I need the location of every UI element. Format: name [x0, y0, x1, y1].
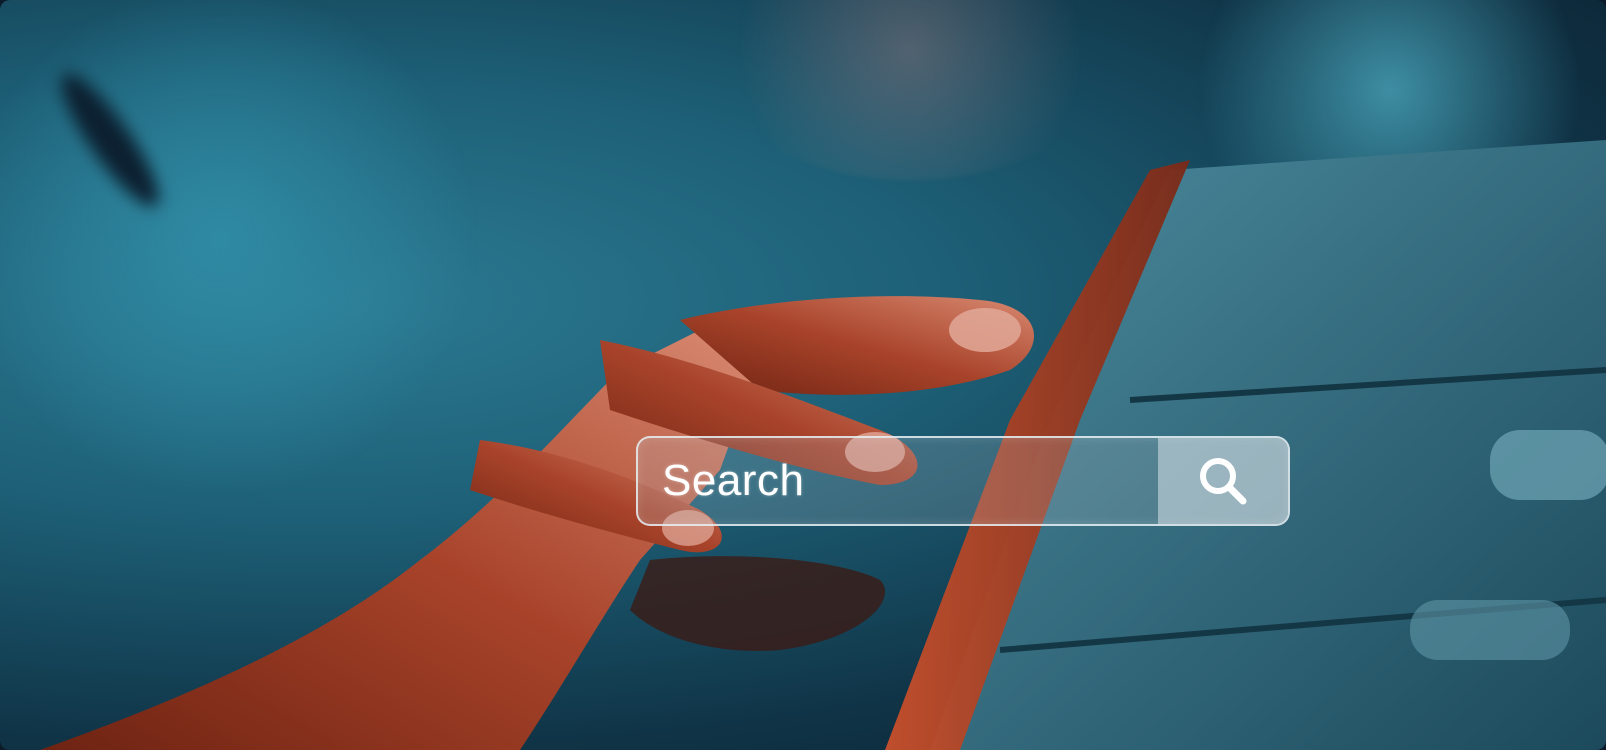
- search-bar[interactable]: Search: [636, 436, 1290, 526]
- search-input[interactable]: Search: [662, 452, 804, 510]
- index-fingernail: [949, 308, 1021, 352]
- tablet-hinge-lower: [1410, 600, 1570, 660]
- photo-background: Search: [0, 0, 1606, 750]
- search-button[interactable]: [1158, 438, 1288, 524]
- tablet-hinge: [1490, 430, 1606, 500]
- hand-and-tablet-illustration: [40, 140, 1606, 750]
- thumb: [630, 556, 886, 651]
- search-icon: [1200, 458, 1247, 505]
